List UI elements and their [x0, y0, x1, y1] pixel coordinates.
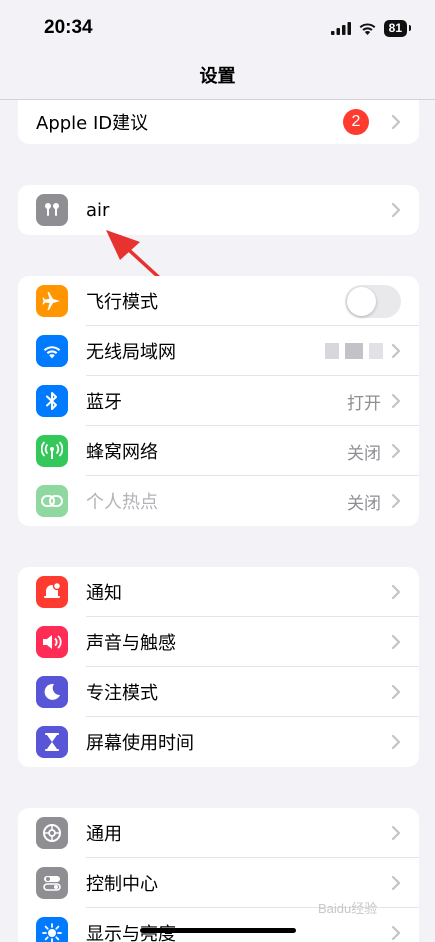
signal-icon — [330, 21, 351, 35]
device-label: air — [86, 199, 110, 221]
airplane-mode-toggle[interactable] — [345, 284, 401, 318]
bluetooth-icon — [36, 385, 68, 417]
bluetooth-row[interactable]: 蓝牙 打开 — [18, 376, 419, 426]
hourglass-icon — [36, 726, 68, 758]
wifi-row[interactable]: 无线局域网 — [18, 326, 419, 376]
home-indicator[interactable] — [140, 928, 296, 933]
sun-icon — [36, 917, 68, 942]
sounds-haptics-label: 声音与触感 — [86, 633, 176, 654]
airpods-icon — [36, 194, 68, 226]
notifications-label: 通知 — [86, 583, 122, 604]
moon-icon — [36, 676, 68, 708]
chevron-right-icon — [391, 925, 401, 941]
chevron-right-icon — [391, 825, 401, 841]
cellular-status: 关闭 — [347, 443, 381, 464]
notifications-row[interactable]: 通知 — [18, 567, 419, 617]
chevron-right-icon — [391, 684, 401, 700]
screen-time-row[interactable]: 屏幕使用时间 — [18, 717, 419, 767]
bluetooth-status: 打开 — [347, 393, 381, 414]
wifi-network-name-redacted — [325, 343, 383, 359]
apple-id-label: Apple ID建议 — [36, 113, 149, 134]
apple-id-group: Apple ID建议 2 — [18, 100, 419, 144]
cellular-label: 蜂窝网络 — [86, 442, 158, 463]
chevron-right-icon — [391, 202, 401, 218]
airplane-icon — [36, 285, 68, 317]
cellular-row[interactable]: 蜂窝网络 关闭 — [18, 426, 419, 476]
wifi-label: 无线局域网 — [86, 342, 176, 363]
wifi-status-icon — [359, 23, 376, 35]
speaker-icon — [36, 626, 68, 658]
hotspot-status: 关闭 — [347, 493, 381, 514]
chevron-right-icon — [391, 875, 401, 891]
airplane-mode-label: 飞行模式 — [86, 292, 158, 313]
toggle-knob — [347, 286, 376, 316]
chevron-right-icon — [391, 493, 401, 509]
cellular-icon — [36, 435, 68, 467]
chevron-right-icon — [391, 393, 401, 409]
chevron-right-icon — [391, 343, 401, 359]
sounds-haptics-row[interactable]: 声音与触感 — [18, 617, 419, 667]
chevron-right-icon — [391, 584, 401, 600]
chevron-right-icon — [391, 114, 401, 130]
chevron-right-icon — [391, 734, 401, 750]
status-bar: 20:34 81 — [0, 0, 435, 56]
general-label: 通用 — [86, 824, 122, 845]
general-row[interactable]: 通用 — [18, 808, 419, 858]
hotspot-icon — [36, 485, 68, 517]
focus-row[interactable]: 专注模式 — [18, 667, 419, 717]
connectivity-group: 飞行模式 无线局域网 蓝牙 打开 蜂窝网络 关闭 个人热点 关闭 — [18, 276, 419, 526]
chevron-right-icon — [391, 634, 401, 650]
focus-label: 专注模式 — [86, 683, 158, 704]
screen-time-label: 屏幕使用时间 — [86, 733, 194, 754]
apple-id-suggestions-row[interactable]: Apple ID建议 2 — [18, 100, 419, 144]
battery-indicator: 81 — [383, 19, 412, 37]
notification-badge: 2 — [343, 109, 369, 135]
bluetooth-label: 蓝牙 — [86, 392, 122, 413]
general-group: 通用 控制中心 显示与亮度 — [18, 808, 419, 942]
hotspot-row[interactable]: 个人热点 关闭 — [18, 476, 419, 526]
notifications-group: 通知 声音与触感 专注模式 屏幕使用时间 — [18, 567, 419, 767]
gear-icon — [36, 817, 68, 849]
control-center-label: 控制中心 — [86, 874, 158, 895]
bell-icon — [36, 576, 68, 608]
airplane-mode-row[interactable]: 飞行模式 — [18, 276, 419, 326]
switches-icon — [36, 867, 68, 899]
chevron-right-icon — [391, 443, 401, 459]
watermark: Baidu经验 — [318, 901, 378, 916]
wifi-icon — [36, 335, 68, 367]
status-time: 20:34 — [44, 17, 93, 38]
page-title: 设置 — [199, 66, 236, 87]
hotspot-label: 个人热点 — [86, 492, 158, 513]
status-icons: 81 — [330, 19, 412, 37]
